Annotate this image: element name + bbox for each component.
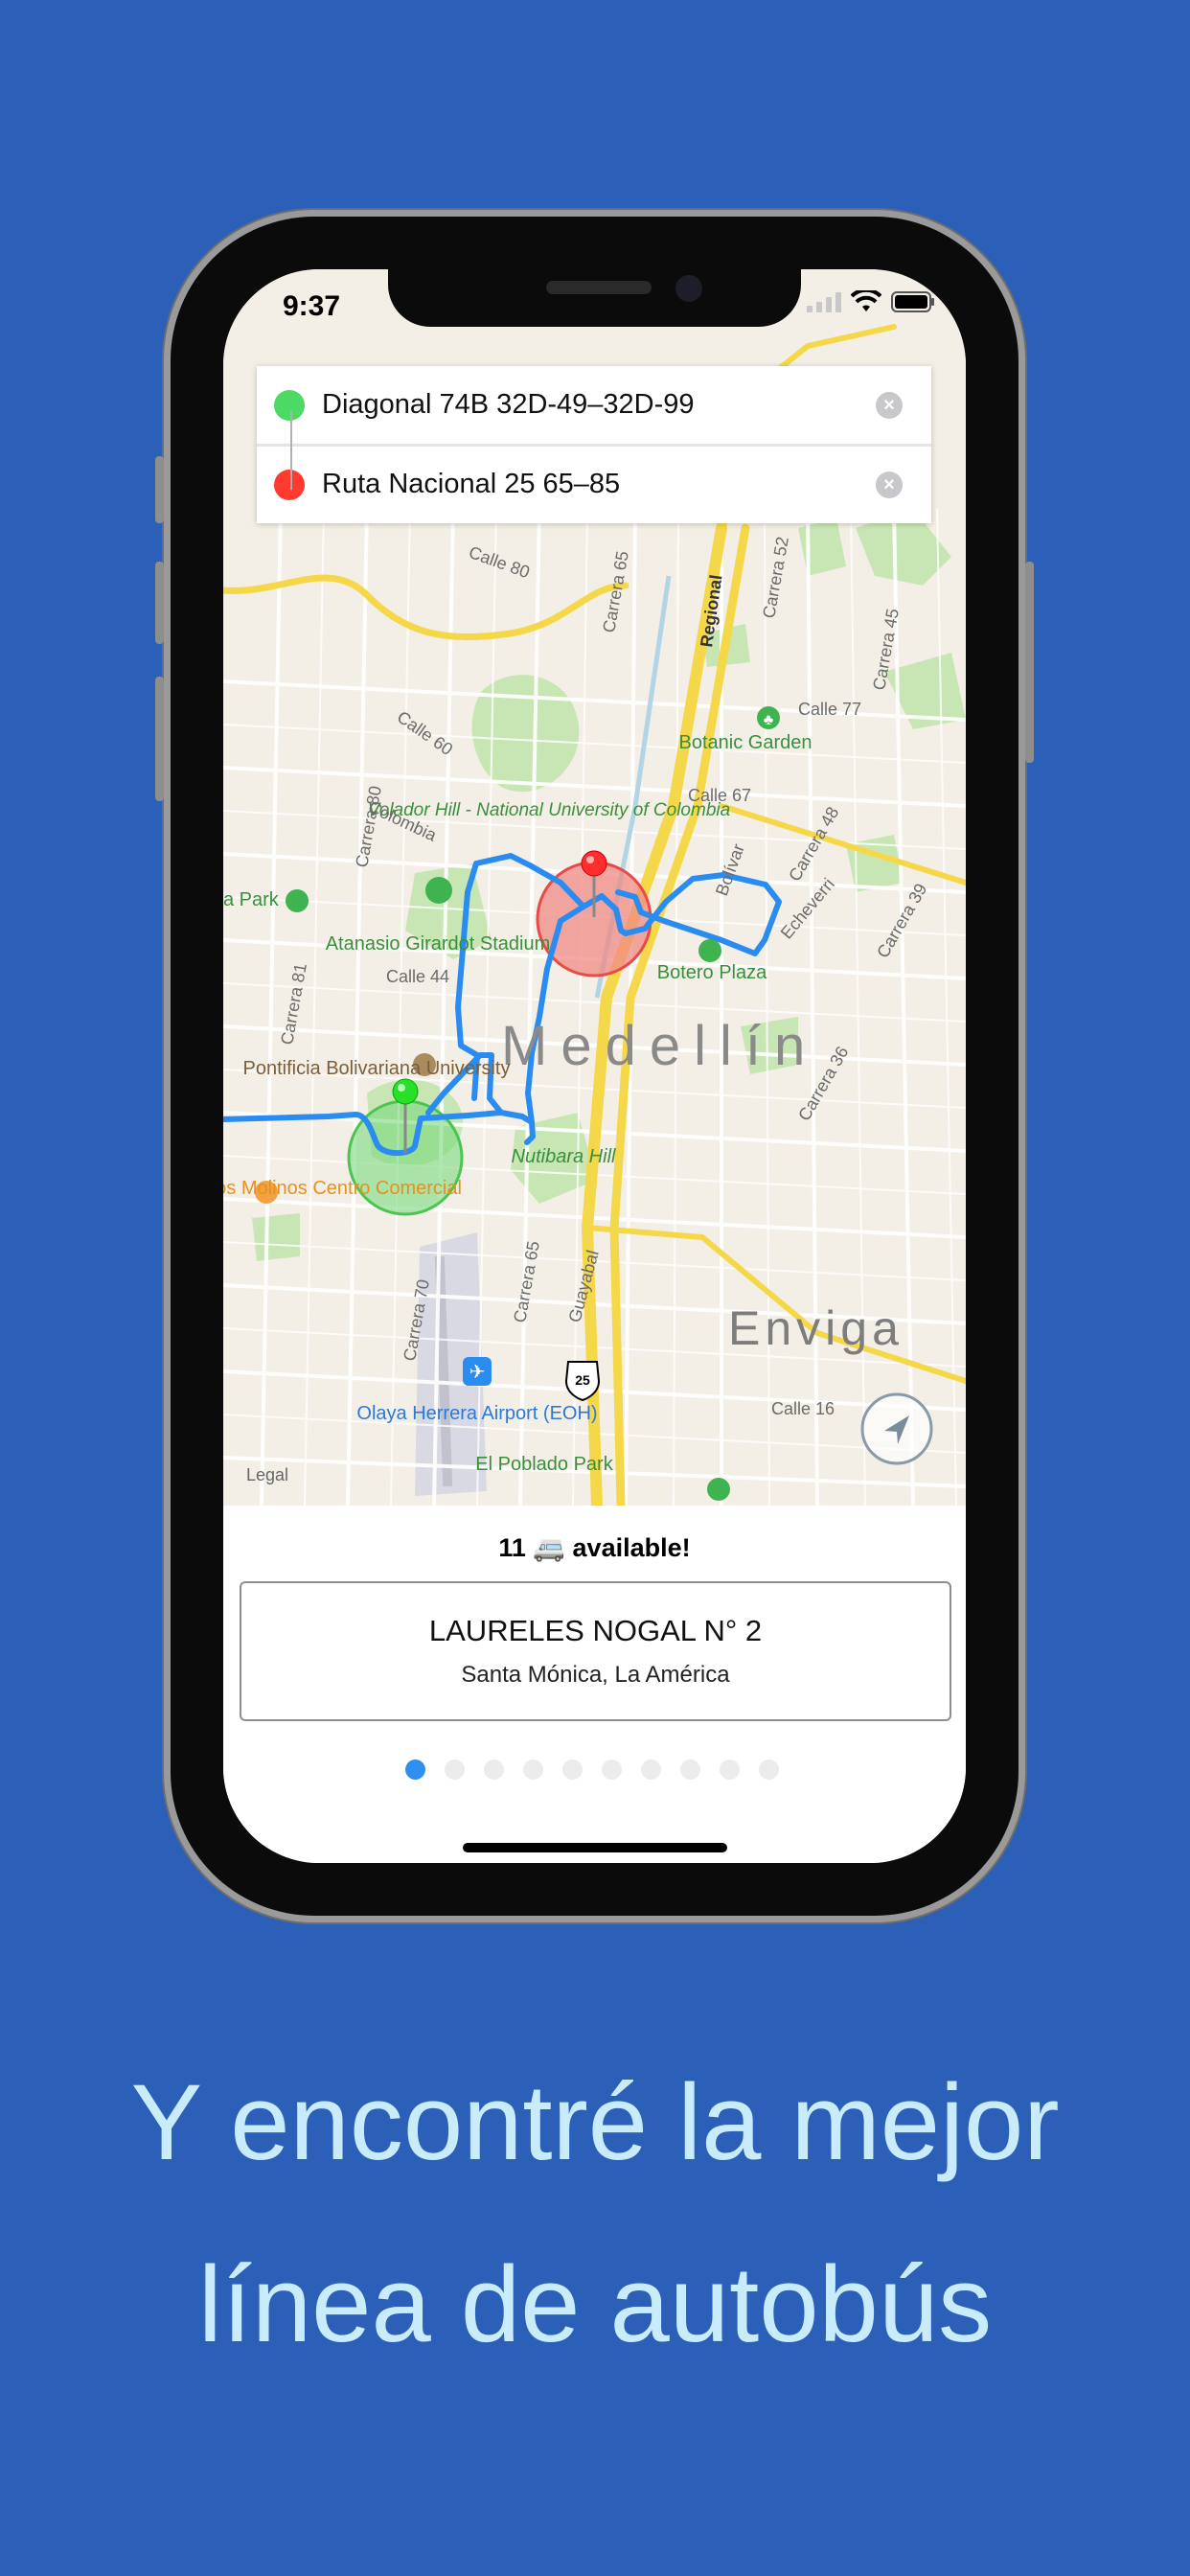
map-label-park: a Park	[223, 889, 280, 910]
wifi-icon	[851, 290, 881, 311]
status-time: 9:37	[283, 290, 341, 322]
bus-route-card[interactable]: LAURELES NOGAL N° 2 Santa Mónica, La Amé…	[240, 1581, 951, 1721]
status-icons	[807, 290, 935, 313]
page-dot[interactable]	[445, 1760, 465, 1780]
highway-shield-number: 25	[575, 1372, 590, 1388]
map-label-olaya: Olaya Herrera Airport (EOH)	[356, 1403, 597, 1424]
power-button	[1025, 562, 1034, 763]
origin-field[interactable]: Diagonal 74B 32D-49–32D-99 ×	[257, 366, 931, 447]
volume-down-button	[155, 677, 164, 801]
clear-origin-icon[interactable]: ×	[876, 391, 903, 419]
notch	[388, 269, 801, 327]
map-label-volador: Volador Hill - National University of Co…	[368, 800, 730, 820]
page-dot[interactable]	[523, 1760, 543, 1780]
signal-icon	[807, 292, 841, 312]
home-indicator[interactable]	[463, 1843, 727, 1852]
map-label-poblado: El Poblado Park	[475, 1454, 613, 1475]
destination-marker-icon	[274, 469, 305, 500]
destination-field[interactable]: Ruta Nacional 25 65–85 ×	[257, 446, 931, 523]
page-dot[interactable]	[680, 1760, 700, 1780]
page-dot[interactable]	[405, 1760, 425, 1780]
battery-icon	[891, 291, 934, 312]
route-connector	[290, 411, 292, 490]
front-camera	[675, 275, 702, 302]
caption-line-2: línea de autobús	[197, 2244, 993, 2364]
map-label-pontificia: Pontificia Bolivariana University	[242, 1058, 510, 1079]
caption-line-1: Y encontré la mejor	[130, 2062, 1060, 2182]
phone-frame: 9:37 ♣ ✈ Enviga Medellín Botanic Garden …	[155, 217, 1034, 1916]
map-label-botanic: Botanic Garden	[679, 732, 812, 753]
marketing-caption: Y encontré la mejor línea de autobús	[0, 2032, 1190, 2396]
page-dot[interactable]	[484, 1760, 504, 1780]
origin-marker-icon	[274, 389, 305, 421]
bus-route-area: Santa Mónica, La América	[461, 1662, 730, 1688]
destination-text[interactable]: Ruta Nacional 25 65–85	[322, 469, 876, 500]
page-dot[interactable]	[602, 1760, 622, 1780]
street-calle77: Calle 77	[798, 700, 861, 719]
map-label-nutibara: Nutibara Hill	[512, 1146, 616, 1167]
map-label-envigado: Enviga	[728, 1301, 904, 1355]
svg-text:♣: ♣	[764, 712, 774, 728]
map-label-botero: Botero Plaza	[657, 962, 767, 983]
street-calle44: Calle 44	[386, 967, 449, 986]
speaker	[546, 281, 652, 294]
map-label-atanasio: Atanasio Girardot Stadium	[326, 933, 551, 954]
bus-route-name: LAURELES NOGAL N° 2	[428, 1614, 763, 1647]
page-dot[interactable]	[720, 1760, 740, 1780]
map-label-molinos: Los Molinos Centro Comercial	[223, 1178, 462, 1199]
page-dot[interactable]	[641, 1760, 661, 1780]
map-label-city: Medellín	[501, 1015, 818, 1077]
map-legal-link[interactable]: Legal	[246, 1465, 288, 1484]
results-panel: 11 🚐 available! LAURELES NOGAL N° 2 Sant…	[223, 1506, 966, 1863]
page-dot[interactable]	[562, 1760, 583, 1780]
available-count: 11 🚐 available!	[498, 1533, 691, 1562]
page-dot[interactable]	[759, 1760, 779, 1780]
svg-text:✈: ✈	[469, 1362, 486, 1383]
clear-destination-icon[interactable]: ×	[876, 471, 903, 498]
page-indicator[interactable]	[405, 1760, 779, 1780]
phone-screen: 9:37 ♣ ✈ Enviga Medellín Botanic Garden …	[223, 269, 966, 1863]
street-calle16: Calle 16	[771, 1399, 835, 1418]
mute-switch	[155, 456, 164, 523]
route-search-card: Diagonal 74B 32D-49–32D-99 × Ruta Nacion…	[257, 366, 931, 523]
street-calle67: Calle 67	[688, 786, 751, 805]
volume-up-button	[155, 562, 164, 644]
origin-text[interactable]: Diagonal 74B 32D-49–32D-99	[322, 389, 876, 421]
